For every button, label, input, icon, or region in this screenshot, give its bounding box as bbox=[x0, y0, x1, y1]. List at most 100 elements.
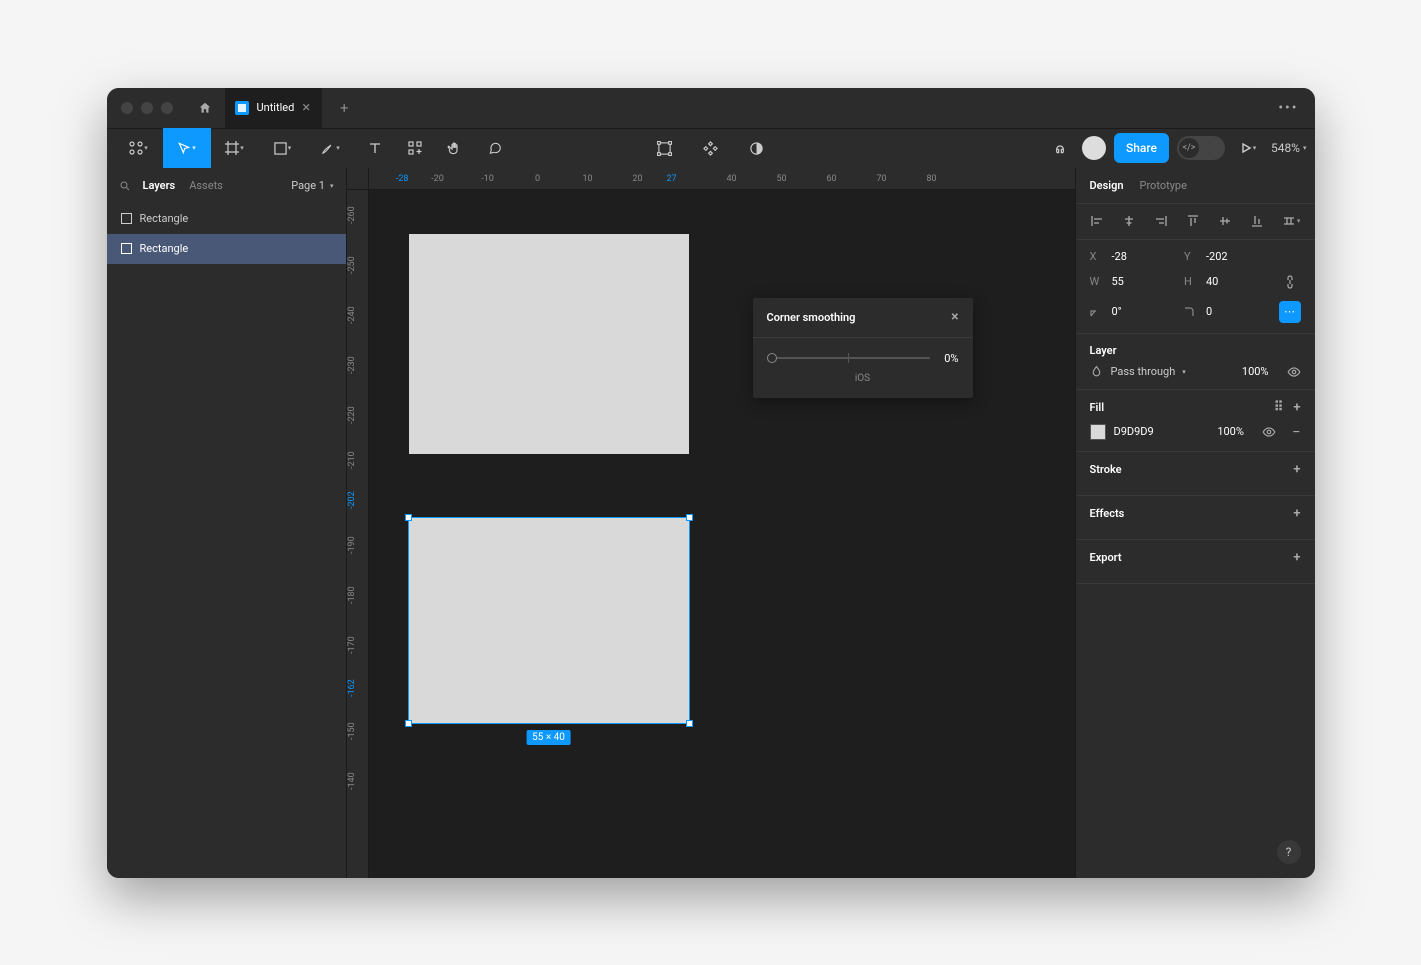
ruler-tick: 50 bbox=[757, 168, 807, 189]
align-left-icon[interactable] bbox=[1090, 214, 1108, 228]
align-right-icon[interactable] bbox=[1154, 214, 1172, 228]
corner-radius-field[interactable]: 0 bbox=[1184, 305, 1267, 318]
w-field[interactable]: W55 bbox=[1090, 275, 1173, 288]
ios-preset-label: iOS bbox=[855, 373, 870, 384]
h-field[interactable]: H40 bbox=[1184, 275, 1267, 288]
maximize-window-icon[interactable] bbox=[161, 102, 173, 114]
audio-icon[interactable] bbox=[1046, 128, 1074, 168]
ruler-tick: -150 bbox=[347, 706, 357, 756]
file-tab[interactable]: Untitled × bbox=[225, 88, 323, 128]
constrain-proportions-icon[interactable] bbox=[1279, 271, 1301, 293]
smoothing-slider[interactable] bbox=[767, 357, 931, 359]
left-panel-tabs: Layers Assets bbox=[143, 179, 223, 192]
close-window-icon[interactable] bbox=[121, 102, 133, 114]
main-menu-button[interactable]: ▾ bbox=[115, 128, 163, 168]
comment-tool[interactable] bbox=[475, 128, 515, 168]
align-row: ▾ bbox=[1076, 204, 1315, 240]
remove-fill-icon[interactable]: − bbox=[1292, 423, 1301, 441]
ruler-tick: -202 bbox=[347, 480, 357, 520]
new-tab-button[interactable]: + bbox=[330, 99, 358, 117]
dev-mode-toggle[interactable]: </> bbox=[1177, 136, 1225, 160]
align-top-icon[interactable] bbox=[1186, 214, 1204, 228]
tab-title: Untitled bbox=[257, 101, 295, 114]
fill-swatch[interactable] bbox=[1090, 424, 1106, 440]
rectangle-shape[interactable] bbox=[409, 234, 689, 454]
frame-tool[interactable]: ▾ bbox=[211, 128, 259, 168]
minimize-window-icon[interactable] bbox=[141, 102, 153, 114]
add-fill-icon[interactable]: + bbox=[1293, 400, 1300, 415]
component-icon[interactable] bbox=[691, 128, 731, 168]
figma-file-icon bbox=[235, 101, 249, 115]
layer-name: Rectangle bbox=[140, 242, 189, 255]
fill-style-icon[interactable]: ⠿ bbox=[1274, 400, 1284, 415]
layer-row[interactable]: Rectangle bbox=[107, 234, 346, 264]
fill-visibility-icon[interactable] bbox=[1262, 425, 1276, 439]
present-button[interactable]: ▾ bbox=[1233, 128, 1263, 168]
ruler-tick: -250 bbox=[347, 240, 357, 290]
layer-opacity-field[interactable]: 100% bbox=[1242, 365, 1269, 378]
left-panel: Layers Assets Page 1▾ Rectangle Rectangl… bbox=[107, 168, 347, 878]
add-export-icon[interactable]: + bbox=[1293, 550, 1300, 565]
blend-mode-select[interactable]: Pass through▾ bbox=[1111, 365, 1186, 378]
design-tab[interactable]: Design bbox=[1090, 179, 1124, 192]
slider-thumb[interactable] bbox=[767, 353, 777, 363]
ruler-tick: 80 bbox=[907, 168, 957, 189]
ruler-horizontal: -28 -20 -10 0 10 20 27 40 50 60 70 80 bbox=[369, 168, 1075, 190]
rectangle-shape-selected[interactable] bbox=[409, 518, 689, 723]
add-effect-icon[interactable]: + bbox=[1293, 506, 1300, 521]
edit-object-icon[interactable] bbox=[645, 128, 685, 168]
ruler-tick: -180 bbox=[347, 570, 357, 620]
inspector-tabs: Design Prototype bbox=[1076, 168, 1315, 204]
mask-icon[interactable] bbox=[737, 128, 777, 168]
distribute-icon[interactable]: ▾ bbox=[1282, 214, 1300, 228]
home-tab[interactable] bbox=[189, 92, 221, 124]
close-tab-icon[interactable]: × bbox=[302, 100, 310, 115]
canvas[interactable]: 55 × 40 Corner smoothing × 0% bbox=[369, 190, 1075, 878]
resize-handle-nw[interactable] bbox=[405, 514, 412, 521]
ruler-tick: -162 bbox=[347, 670, 357, 706]
help-button[interactable]: ? bbox=[1277, 840, 1301, 864]
page-selector[interactable]: Page 1▾ bbox=[291, 179, 333, 192]
independent-corners-icon[interactable]: ⋯ bbox=[1279, 301, 1301, 323]
assets-tab[interactable]: Assets bbox=[189, 179, 223, 192]
close-popup-icon[interactable]: × bbox=[951, 309, 958, 325]
shape-tool[interactable]: ▾ bbox=[259, 128, 307, 168]
section-title: Effects bbox=[1090, 507, 1125, 520]
prototype-tab[interactable]: Prototype bbox=[1140, 179, 1187, 192]
y-field[interactable]: Y-202 bbox=[1184, 250, 1267, 263]
search-icon[interactable] bbox=[119, 180, 131, 192]
ruler-tick: -260 bbox=[347, 190, 357, 240]
share-button[interactable]: Share bbox=[1114, 133, 1169, 163]
zoom-select[interactable]: 548%▾ bbox=[1271, 141, 1307, 155]
section-title: Layer bbox=[1090, 344, 1117, 357]
rotation-field[interactable]: 0° bbox=[1090, 305, 1173, 318]
canvas-area[interactable]: -28 -20 -10 0 10 20 27 40 50 60 70 80 -2… bbox=[347, 168, 1075, 878]
resources-tool[interactable] bbox=[395, 128, 435, 168]
hand-tool[interactable] bbox=[435, 128, 475, 168]
layer-section-header: Layer bbox=[1090, 344, 1301, 357]
overflow-menu-icon[interactable]: ••• bbox=[1278, 100, 1306, 116]
align-hcenter-icon[interactable] bbox=[1122, 214, 1140, 228]
visibility-icon[interactable] bbox=[1287, 365, 1301, 379]
resize-handle-se[interactable] bbox=[686, 720, 693, 727]
align-vcenter-icon[interactable] bbox=[1218, 214, 1236, 228]
ruler-tick: 70 bbox=[857, 168, 907, 189]
ruler-tick: -210 bbox=[347, 440, 357, 480]
user-avatar[interactable] bbox=[1082, 136, 1106, 160]
add-stroke-icon[interactable]: + bbox=[1293, 462, 1300, 477]
pen-tool[interactable]: ▾ bbox=[307, 128, 355, 168]
text-tool[interactable] bbox=[355, 128, 395, 168]
layers-tab[interactable]: Layers bbox=[143, 179, 176, 192]
x-field[interactable]: X-28 bbox=[1090, 250, 1173, 263]
fill-opacity-field[interactable]: 100% bbox=[1217, 425, 1244, 438]
ruler-tick: -20 bbox=[413, 168, 463, 189]
move-tool[interactable]: ▾ bbox=[163, 128, 211, 168]
ruler-tick: -240 bbox=[347, 290, 357, 340]
ruler-tick: 27 bbox=[663, 168, 707, 189]
fill-hex-field[interactable]: D9D9D9 bbox=[1114, 425, 1154, 438]
resize-handle-sw[interactable] bbox=[405, 720, 412, 727]
resize-handle-ne[interactable] bbox=[686, 514, 693, 521]
ruler-tick: 10 bbox=[563, 168, 613, 189]
layer-row[interactable]: Rectangle bbox=[107, 204, 346, 234]
align-bottom-icon[interactable] bbox=[1250, 214, 1268, 228]
